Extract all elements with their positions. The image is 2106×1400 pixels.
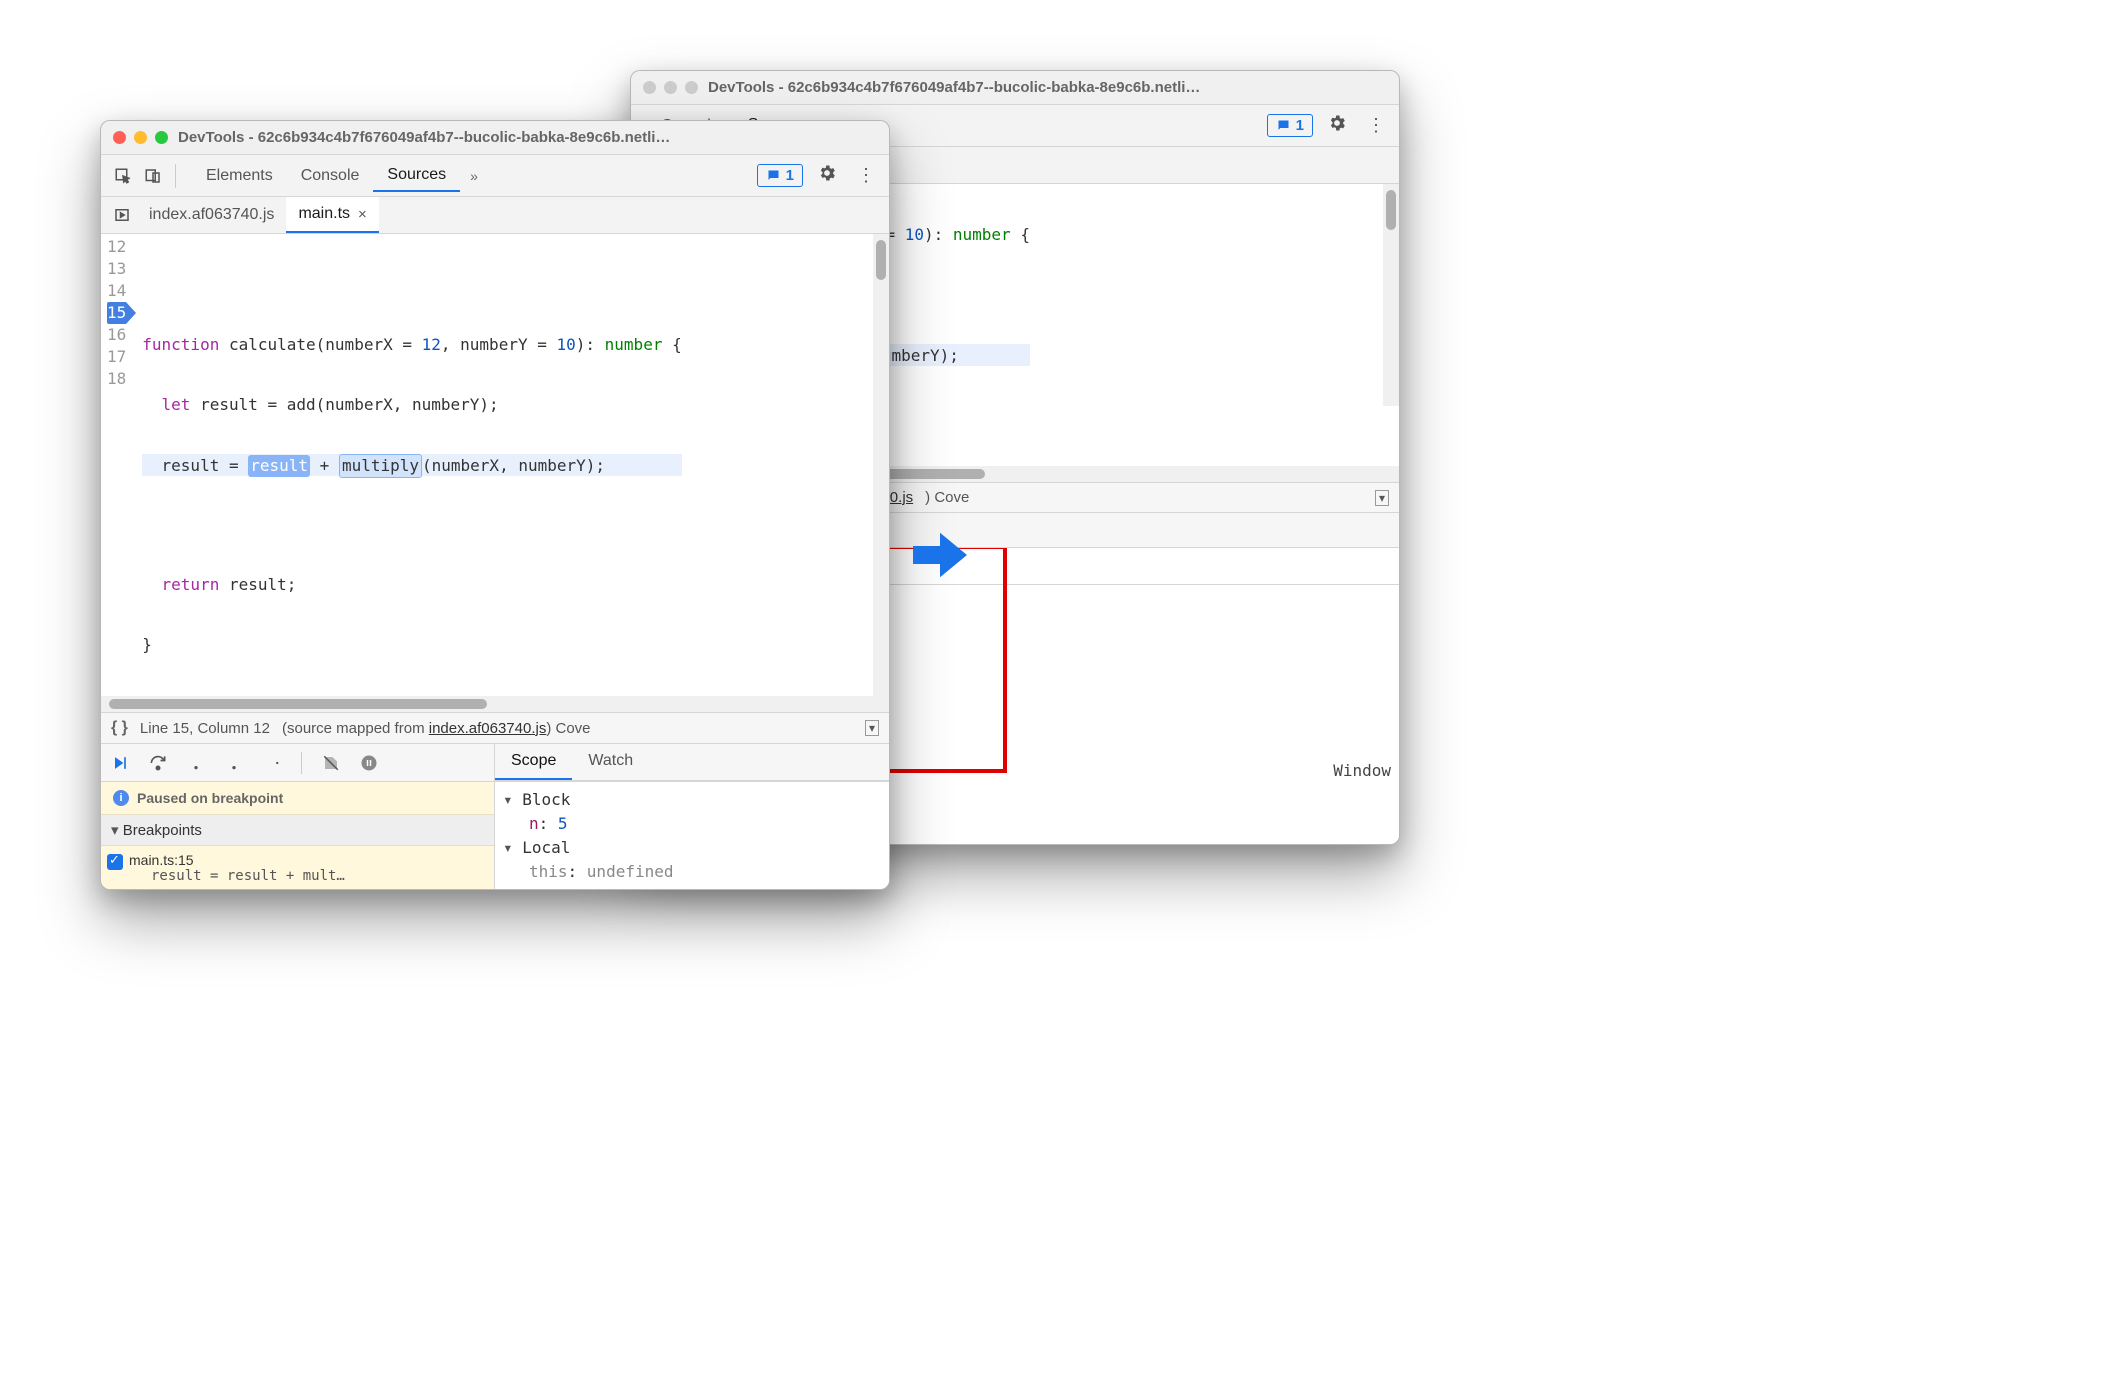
var-val: undefined — [587, 862, 674, 881]
status-line: { } Line 15, Column 12 (source mapped fr… — [101, 712, 889, 744]
traffic-close-icon[interactable] — [113, 131, 126, 144]
window-title: DevTools - 62c6b934c4b7f676049af4b7--buc… — [178, 129, 670, 146]
traffic-min-icon[interactable] — [134, 131, 147, 144]
breakpoint-item[interactable]: main.ts:15 result = result + mult… — [101, 846, 494, 889]
annotation-arrow-icon — [910, 525, 970, 585]
var-key: n — [529, 814, 539, 833]
cursor-pos: Line 15, Column 12 — [140, 720, 270, 737]
deactivate-breakpoints-icon[interactable] — [318, 750, 344, 776]
dropdown-icon[interactable]: ▾ — [1375, 490, 1389, 506]
step-over-icon[interactable] — [145, 750, 171, 776]
scope-tabs: Scope Watch — [495, 744, 889, 781]
tab-watch[interactable]: Watch — [572, 744, 649, 780]
debugger-toolbar — [101, 744, 495, 781]
traffic-max-icon[interactable] — [685, 81, 698, 94]
file-tabs: index.af063740.js main.ts× — [101, 197, 889, 234]
titlebar[interactable]: DevTools - 62c6b934c4b7f676049af4b7--buc… — [101, 121, 889, 155]
pretty-print-icon[interactable]: { } — [111, 719, 128, 737]
messages-badge[interactable]: 1 — [1267, 114, 1313, 137]
messages-count: 1 — [1296, 117, 1304, 134]
traffic-close-icon[interactable] — [643, 81, 656, 94]
pause-exceptions-icon[interactable] — [356, 750, 382, 776]
paused-banner: i Paused on breakpoint — [101, 782, 494, 815]
dropdown-icon[interactable]: ▾ — [865, 720, 879, 736]
breakpoint-marker[interactable]: 15 — [107, 302, 126, 324]
breakpoint-source: result = result + mult… — [129, 868, 482, 884]
traffic-max-icon[interactable] — [155, 131, 168, 144]
execution-chip: result — [248, 455, 310, 477]
breakpoint-label: main.ts:15 — [129, 852, 482, 868]
kebab-icon[interactable]: ⋮ — [851, 161, 881, 190]
scope-block[interactable]: Block — [503, 788, 881, 812]
navigator-icon[interactable] — [107, 206, 137, 224]
kebab-icon[interactable]: ⋮ — [1361, 111, 1391, 140]
tab-elements[interactable]: Elements — [192, 161, 287, 191]
device-toggle-icon[interactable] — [139, 162, 167, 190]
sourcemap-link[interactable]: index.af063740.js — [429, 720, 547, 737]
traffic-min-icon[interactable] — [664, 81, 677, 94]
vertical-scrollbar[interactable] — [1383, 184, 1399, 406]
more-tabs-icon[interactable]: » — [460, 168, 488, 184]
window-title: DevTools - 62c6b934c4b7f676049af4b7--buc… — [708, 79, 1200, 96]
info-icon: i — [113, 790, 129, 806]
messages-badge[interactable]: 1 — [757, 164, 803, 187]
horizontal-scrollbar[interactable] — [101, 696, 889, 712]
toolbar: Elements Console Sources » 1 ⋮ — [101, 155, 889, 197]
code-editor[interactable]: 12 13 14 15 16 17 18 function calculate(… — [101, 234, 889, 712]
checkbox-icon[interactable] — [107, 854, 123, 870]
var-key: numberY — [529, 886, 596, 889]
scope-tree[interactable]: Block n: 5 Local this: undefined numberY… — [495, 782, 889, 889]
inspect-icon[interactable] — [109, 162, 137, 190]
devtools-window-front: DevTools - 62c6b934c4b7f676049af4b7--buc… — [100, 120, 890, 890]
scope-local[interactable]: Local — [503, 836, 881, 860]
section-breakpoints[interactable]: Breakpoints — [101, 815, 494, 846]
settings-icon[interactable] — [1321, 109, 1353, 142]
close-icon[interactable]: × — [358, 206, 367, 223]
message-icon — [766, 168, 781, 183]
debugger-left-pane: i Paused on breakpoint Breakpoints main.… — [101, 782, 495, 889]
resume-icon[interactable] — [107, 750, 133, 776]
file-tab-maints[interactable]: main.ts× — [286, 197, 378, 233]
step-into-icon[interactable] — [183, 750, 209, 776]
titlebar[interactable]: DevTools - 62c6b934c4b7f676049af4b7--buc… — [631, 71, 1399, 105]
settings-icon[interactable] — [811, 159, 843, 192]
tab-scope[interactable]: Scope — [495, 744, 572, 780]
file-tab-indexjs[interactable]: index.af063740.js — [137, 198, 286, 232]
messages-count: 1 — [786, 167, 794, 184]
step-target-chip[interactable]: multiply — [339, 454, 422, 478]
vertical-scrollbar[interactable] — [873, 234, 889, 696]
step-icon[interactable] — [259, 750, 285, 776]
var-val: 3 — [616, 886, 626, 889]
tab-console[interactable]: Console — [287, 161, 374, 191]
var-val: 5 — [558, 814, 568, 833]
step-out-icon[interactable] — [221, 750, 247, 776]
message-icon — [1276, 118, 1291, 133]
tab-sources[interactable]: Sources — [373, 160, 460, 192]
var-key: this — [529, 862, 568, 881]
